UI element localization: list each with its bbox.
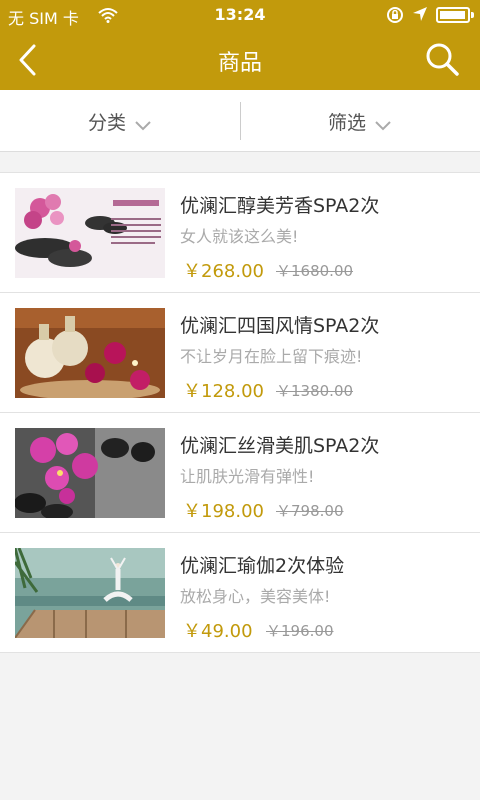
product-slogan: 让肌肤光滑有弹性! — [180, 467, 315, 486]
product-image-orchid-stones — [15, 428, 165, 518]
battery-icon — [436, 7, 474, 23]
product-price: ￥268.00 — [183, 261, 264, 282]
location-arrow-icon — [412, 6, 428, 26]
filter-label: 筛选 — [327, 111, 366, 134]
product-name: 优澜汇四国风情SPA2次 — [180, 315, 380, 337]
product-price: ￥198.00 — [183, 501, 264, 522]
product-original-price: ￥196.00 — [266, 622, 334, 640]
search-button[interactable] — [424, 42, 462, 78]
navigation-bar: 商品 — [0, 30, 480, 90]
category-dropdown[interactable]: 分类 — [0, 90, 240, 152]
product-original-price: ￥798.00 — [276, 502, 344, 520]
product-name: 优澜汇醇美芳香SPA2次 — [180, 195, 380, 217]
status-bar: 无 SIM 卡 13:24 — [0, 0, 480, 30]
product-image-herbal-balls — [15, 308, 165, 398]
page-title: 商品 — [217, 51, 262, 76]
product-list: 优澜汇醇美芳香SPA2次 女人就该这么美! ￥268.00 ￥1680.00 优… — [0, 172, 480, 653]
product-original-price: ￥1680.00 — [276, 262, 354, 280]
product-name: 优澜汇瑜伽2次体验 — [180, 555, 345, 577]
category-label: 分类 — [87, 111, 126, 134]
product-name: 优澜汇丝滑美肌SPA2次 — [180, 435, 380, 457]
rotation-lock-icon — [386, 6, 404, 28]
chevron-down-icon — [374, 115, 392, 131]
product-item[interactable]: 优澜汇丝滑美肌SPA2次 让肌肤光滑有弹性! ￥198.00 ￥798.00 — [0, 413, 480, 533]
product-price: ￥128.00 — [183, 381, 264, 402]
product-image-yoga — [15, 548, 165, 638]
product-slogan: 放松身心，美容美体! — [180, 587, 331, 606]
product-original-price: ￥1380.00 — [276, 382, 354, 400]
filter-dropdown[interactable]: 筛选 — [240, 90, 480, 152]
clock: 13:24 — [214, 5, 266, 24]
search-icon — [426, 43, 459, 76]
product-slogan: 不让岁月在脸上留下痕迹! — [180, 347, 363, 366]
chevron-down-icon — [134, 115, 152, 131]
product-price: ￥49.00 — [183, 621, 253, 642]
product-item[interactable]: 优澜汇瑜伽2次体验 放松身心，美容美体! ￥49.00 ￥196.00 — [0, 533, 480, 653]
filter-bar: 分类 筛选 — [0, 90, 480, 152]
product-item[interactable]: 优澜汇醇美芳香SPA2次 女人就该这么美! ￥268.00 ￥1680.00 — [0, 173, 480, 293]
product-item[interactable]: 优澜汇四国风情SPA2次 不让岁月在脸上留下痕迹! ￥128.00 ￥1380.… — [0, 293, 480, 413]
product-image-spa-stones — [15, 188, 165, 278]
product-slogan: 女人就该这么美! — [180, 227, 299, 246]
